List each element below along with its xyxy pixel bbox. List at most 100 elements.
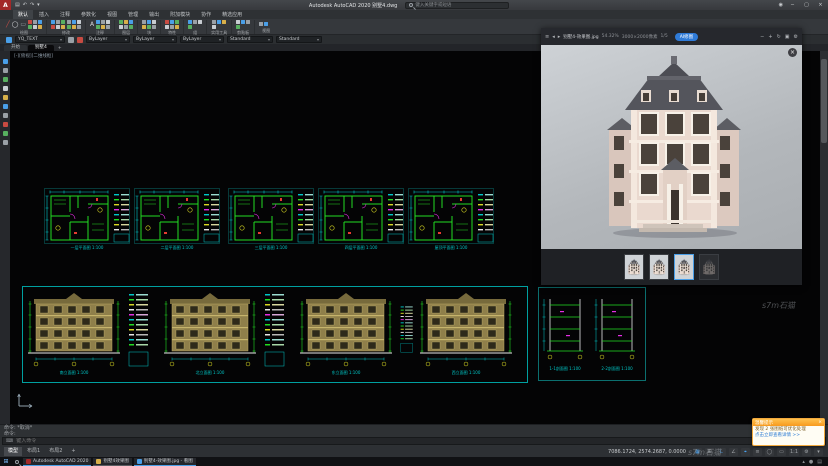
lineweight-combo[interactable]: ByLayer▾: [180, 36, 224, 43]
edit-block-icon[interactable]: [152, 20, 156, 24]
ribbon-tab-manage[interactable]: 管理: [123, 10, 143, 19]
popup-action-link[interactable]: 点击立即查看详情 >>: [755, 433, 822, 439]
start-button-icon[interactable]: ⊞: [0, 458, 12, 465]
group-select-icon[interactable]: [188, 25, 192, 29]
save-icon[interactable]: ▤: [15, 2, 20, 8]
ellipse-tool-icon[interactable]: [28, 25, 32, 29]
linetype-prop-icon[interactable]: [170, 20, 174, 24]
maximize-button[interactable]: ▢: [802, 2, 811, 8]
dimstyle-tool-icon[interactable]: [101, 25, 105, 29]
paste-special-icon[interactable]: [236, 25, 240, 29]
dimstyle-combo[interactable]: Standard▾: [227, 36, 273, 43]
navbar-icon[interactable]: [264, 22, 268, 26]
ribbon-tab-home[interactable]: 默认: [13, 10, 33, 19]
offset-tool-icon[interactable]: [77, 25, 81, 29]
quickselect-icon[interactable]: [217, 20, 221, 24]
annotation-scale-value[interactable]: 1:1: [789, 448, 799, 456]
popup-close-icon[interactable]: ×: [818, 420, 822, 425]
palette-blocks-icon[interactable]: [3, 77, 8, 82]
redo-icon[interactable]: ↷: [30, 2, 34, 8]
taskbar-button-autocad[interactable]: Autodesk AutoCAD 2020: [23, 458, 91, 466]
tray-network-icon[interactable]: ●: [809, 459, 813, 465]
polar-toggle-icon[interactable]: ∠: [729, 448, 738, 456]
block-editor-icon[interactable]: [147, 25, 151, 29]
minimize-button[interactable]: ─: [788, 2, 797, 8]
spline-tool-icon[interactable]: [38, 25, 42, 29]
paste-icon[interactable]: [236, 20, 240, 24]
tablestyle-combo[interactable]: Standard▾: [276, 36, 322, 43]
circle-tool-icon[interactable]: ◯: [12, 21, 19, 29]
thumbnail-1[interactable]: [624, 254, 644, 280]
ribbon-tab-insert[interactable]: 插入: [34, 10, 54, 19]
workspace-switch-icon[interactable]: ⚙: [802, 448, 811, 456]
palette-hatch-icon[interactable]: [3, 86, 8, 91]
color-combo[interactable]: ByLayer▾: [86, 36, 130, 43]
transparency-toggle-icon[interactable]: ◯: [765, 448, 774, 456]
erase-tool-icon[interactable]: [51, 25, 55, 29]
viewer-close-icon[interactable]: ×: [788, 48, 797, 57]
fillet-tool-icon[interactable]: [67, 20, 71, 24]
scrollbar-thumb[interactable]: [821, 59, 827, 143]
palette-views-icon[interactable]: [3, 140, 8, 145]
autocad-logo-icon[interactable]: A: [0, 0, 11, 10]
ribbon-tab-view[interactable]: 视图: [102, 10, 122, 19]
mirror-tool-icon[interactable]: [61, 25, 65, 29]
palette-properties-icon[interactable]: [3, 59, 8, 64]
copy-tool-icon[interactable]: [56, 25, 60, 29]
ai-edit-button[interactable]: AI修图: [675, 33, 698, 41]
selection-cycling-icon[interactable]: ▭: [777, 448, 786, 456]
matchprop-icon[interactable]: [165, 25, 169, 29]
scale-tool-icon[interactable]: [67, 25, 71, 29]
measure-icon[interactable]: [212, 20, 216, 24]
quickcalc-icon[interactable]: [222, 20, 226, 24]
layer-lock-icon[interactable]: [129, 20, 133, 24]
rectangle-tool-icon[interactable]: ▭: [20, 21, 26, 29]
dimension-tool-icon[interactable]: [96, 20, 100, 24]
new-layout-button[interactable]: +: [67, 447, 79, 456]
attribute-icon[interactable]: [142, 25, 146, 29]
table-tool-icon[interactable]: [106, 20, 110, 24]
palette-layers-icon[interactable]: [3, 68, 8, 73]
leader-tool-icon[interactable]: [101, 20, 105, 24]
palette-markup-icon[interactable]: [3, 122, 8, 127]
lineweight-prop-icon[interactable]: [175, 20, 179, 24]
taskbar-button-image-viewer[interactable]: 别墅4-效果图.jpg - 看图: [134, 458, 196, 466]
group-edit-icon[interactable]: [198, 20, 202, 24]
thumbnail-3[interactable]: [674, 254, 694, 280]
copy-clip-icon[interactable]: [241, 20, 245, 24]
ribbon-tab-featured[interactable]: 精选应用: [217, 10, 247, 19]
layout1-tab[interactable]: 布局1: [23, 447, 44, 456]
tab-drawing[interactable]: 别墅4: [28, 45, 54, 51]
arc-tool-icon[interactable]: [28, 20, 32, 24]
zoom-out-icon[interactable]: −: [760, 34, 764, 40]
taskbar-search-icon[interactable]: [12, 457, 22, 466]
insert-block-icon[interactable]: [142, 20, 146, 24]
layer-on-icon[interactable]: [119, 20, 123, 24]
viewcube-icon[interactable]: [259, 22, 263, 26]
text-tool-icon[interactable]: A: [90, 21, 94, 29]
tray-volume-icon[interactable]: ▤: [817, 459, 822, 465]
close-button[interactable]: ×: [816, 2, 825, 8]
create-block-icon[interactable]: [147, 20, 151, 24]
layer-icon[interactable]: [68, 37, 74, 43]
help-search-box[interactable]: 键入关键字或短语: [405, 2, 509, 9]
group-icon[interactable]: [188, 20, 192, 24]
mtext-tool-icon[interactable]: [96, 25, 100, 29]
panel-label-view[interactable]: 视图: [262, 28, 270, 34]
command-input[interactable]: [16, 438, 316, 444]
fullscreen-icon[interactable]: ▣: [785, 34, 790, 40]
prev-image-icon[interactable]: ◂: [552, 34, 555, 40]
palette-xref-icon[interactable]: [3, 95, 8, 100]
text-style-combo[interactable]: YQ_TEXT▾: [15, 36, 65, 43]
viewer-menu-icon[interactable]: ≡: [545, 34, 549, 40]
ribbon-tab-parametric[interactable]: 参数化: [76, 10, 101, 19]
thumbnail-2[interactable]: [649, 254, 669, 280]
palette-count-icon[interactable]: [3, 131, 8, 136]
polyline-tool-icon[interactable]: [33, 20, 37, 24]
lineweight-toggle-icon[interactable]: ≡: [753, 448, 762, 456]
block-sync-icon[interactable]: [152, 25, 156, 29]
rotate-icon[interactable]: ↻: [777, 34, 781, 40]
explode-tool-icon[interactable]: [72, 20, 76, 24]
palette-tool-icon[interactable]: [3, 104, 8, 109]
undo-icon[interactable]: ↶: [23, 2, 27, 8]
